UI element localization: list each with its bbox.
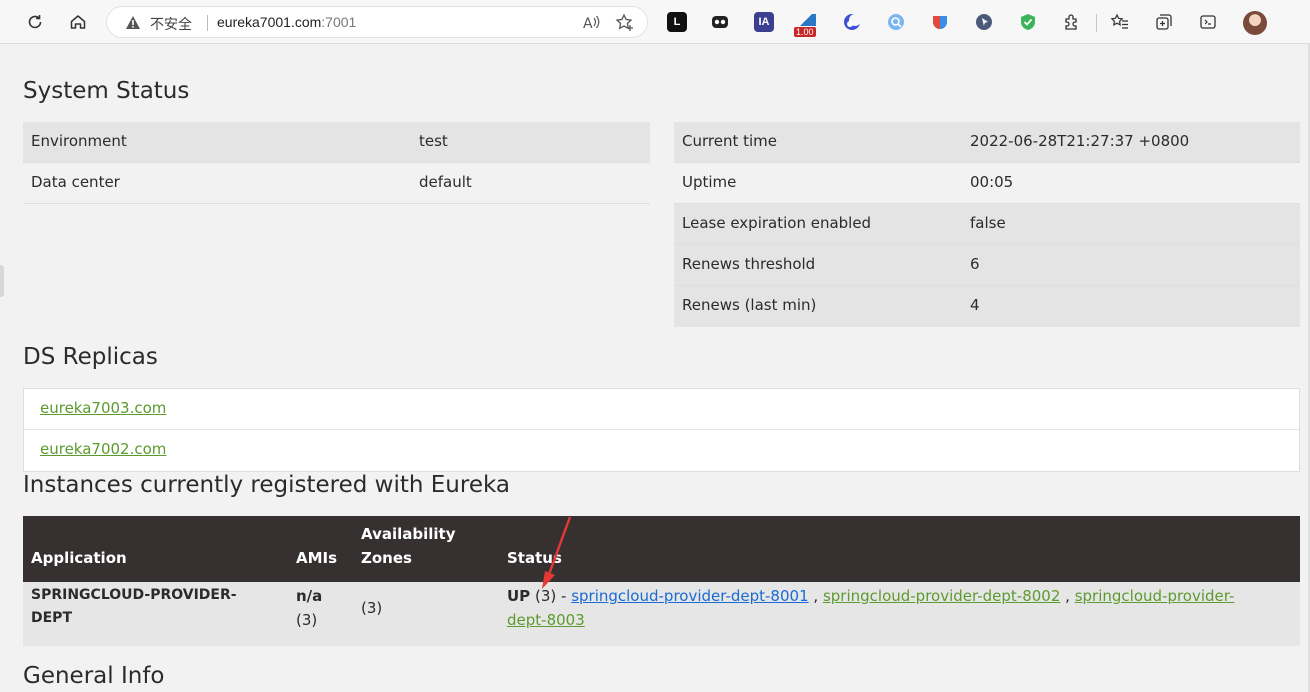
datacenter-value: default [419,173,472,191]
renews-last-key: Renews (last min) [682,296,817,314]
extension-moon-icon[interactable] [842,12,862,32]
toolbar-divider [1096,14,1097,32]
url-port: :7001 [321,14,357,30]
url-host: eureka7001.com [217,14,322,30]
instance-link-8001[interactable]: springcloud-provider-dept-8001 [571,587,808,605]
instances-title: Instances currently registered with Eure… [23,472,510,498]
svg-text:A: A [583,16,593,32]
table-header: Application AMIs Availability Zones Stat… [23,516,1300,582]
general-info-title: General Info [23,663,165,689]
list-item: eureka7002.com [24,430,1299,471]
extension-shield-check-icon[interactable] [1018,12,1038,32]
renews-last-value: 4 [970,296,980,314]
replicas-list: eureka7003.com eureka7002.com [23,388,1300,472]
current-time-key: Current time [682,132,777,150]
extension-l-label: L [673,16,681,28]
extension-mask-icon[interactable] [710,12,730,32]
extension-search-icon[interactable] [886,12,906,32]
zones-count: (3) [361,599,383,617]
instance-link-8003-part2[interactable]: dept-8003 [507,611,585,629]
list-item: eureka7003.com [24,389,1299,430]
instance-link-8003-wrap: dept-8003 [507,611,585,629]
system-status-title: System Status [23,78,190,104]
uptime-value: 00:05 [970,173,1014,191]
header-zones-line1: Availability [361,525,456,543]
table-row: Uptime 00:05 [674,163,1300,204]
application-name-line1: SPRINGCLOUD-PROVIDER- [31,587,237,603]
favorites-icon[interactable] [1110,12,1130,32]
extension-badge: 1.00 [794,27,816,37]
header-application: Application [31,549,127,567]
extension-l-icon[interactable]: L [667,12,687,32]
url-text[interactable]: eureka7001.com:7001 [217,14,356,30]
system-status-left-table: Environment test Data center default [23,122,650,204]
address-divider [207,15,208,31]
add-favorite-icon[interactable] [615,13,635,37]
table-row: Environment test [23,122,650,163]
replica-link[interactable]: eureka7003.com [40,399,166,417]
replica-link[interactable]: eureka7002.com [40,440,166,458]
browser-toolbar: 不安全 eureka7001.com:7001 A L IA 1.00 [0,0,1310,44]
amis-count: (3) [296,611,318,629]
extension-ia-icon[interactable]: IA [754,12,774,32]
profile-avatar[interactable] [1243,11,1267,35]
ds-replicas-title: DS Replicas [23,344,158,370]
insecure-label[interactable]: 不安全 [150,14,192,34]
renews-threshold-key: Renews threshold [682,255,816,273]
lease-value: false [970,214,1006,232]
lease-key: Lease expiration enabled [682,214,872,232]
extensions-puzzle-icon[interactable] [1062,12,1082,32]
application-name-line2: DEPT [31,610,72,626]
system-status-right-table: Current time 2022-06-28T21:27:37 +0800 U… [674,122,1300,327]
amis-value: n/a [296,587,323,605]
instance-link-8003-part1[interactable]: springcloud-provider- [1075,587,1235,605]
sidebar-handle[interactable] [0,265,4,297]
table-row: Lease expiration enabled false [674,204,1300,245]
extension-ia-label: IA [758,16,770,28]
header-amis: AMIs [296,549,338,567]
env-key: Environment [31,132,127,150]
instances-table: Application AMIs Availability Zones Stat… [23,516,1300,646]
refresh-icon[interactable] [21,8,49,36]
address-bar[interactable]: 不安全 eureka7001.com:7001 A [106,6,648,38]
table-row: Current time 2022-06-28T21:27:37 +0800 [674,122,1300,163]
table-row: Renews threshold 6 [674,245,1300,286]
instance-separator: , [813,587,819,605]
extension-shield-color-icon[interactable] [930,12,950,32]
instance-link-8002[interactable]: springcloud-provider-dept-8002 [823,587,1060,605]
renews-threshold-value: 6 [970,255,980,273]
status-up: UP [507,587,531,605]
current-time-value: 2022-06-28T21:27:37 +0800 [970,132,1190,150]
status-line: UP (3) - springcloud-provider-dept-8001 … [507,587,1234,605]
home-icon[interactable] [64,8,92,36]
warning-icon[interactable] [125,15,141,34]
uptime-key: Uptime [682,173,737,191]
read-aloud-icon[interactable]: A [581,13,601,37]
instance-separator: , [1065,587,1070,605]
extension-cursor-icon[interactable] [974,12,994,32]
screenshot-icon[interactable] [1198,12,1218,32]
collections-icon[interactable] [1154,12,1174,32]
table-row: SPRINGCLOUD-PROVIDER- DEPT n/a (3) (3) U… [23,582,1300,646]
annotation-arrow [542,516,572,589]
header-zones-line2: Zones [361,549,412,567]
env-value: test [419,132,448,150]
table-row: Renews (last min) 4 [674,286,1300,327]
datacenter-key: Data center [31,173,120,191]
table-row: Data center default [23,163,650,204]
